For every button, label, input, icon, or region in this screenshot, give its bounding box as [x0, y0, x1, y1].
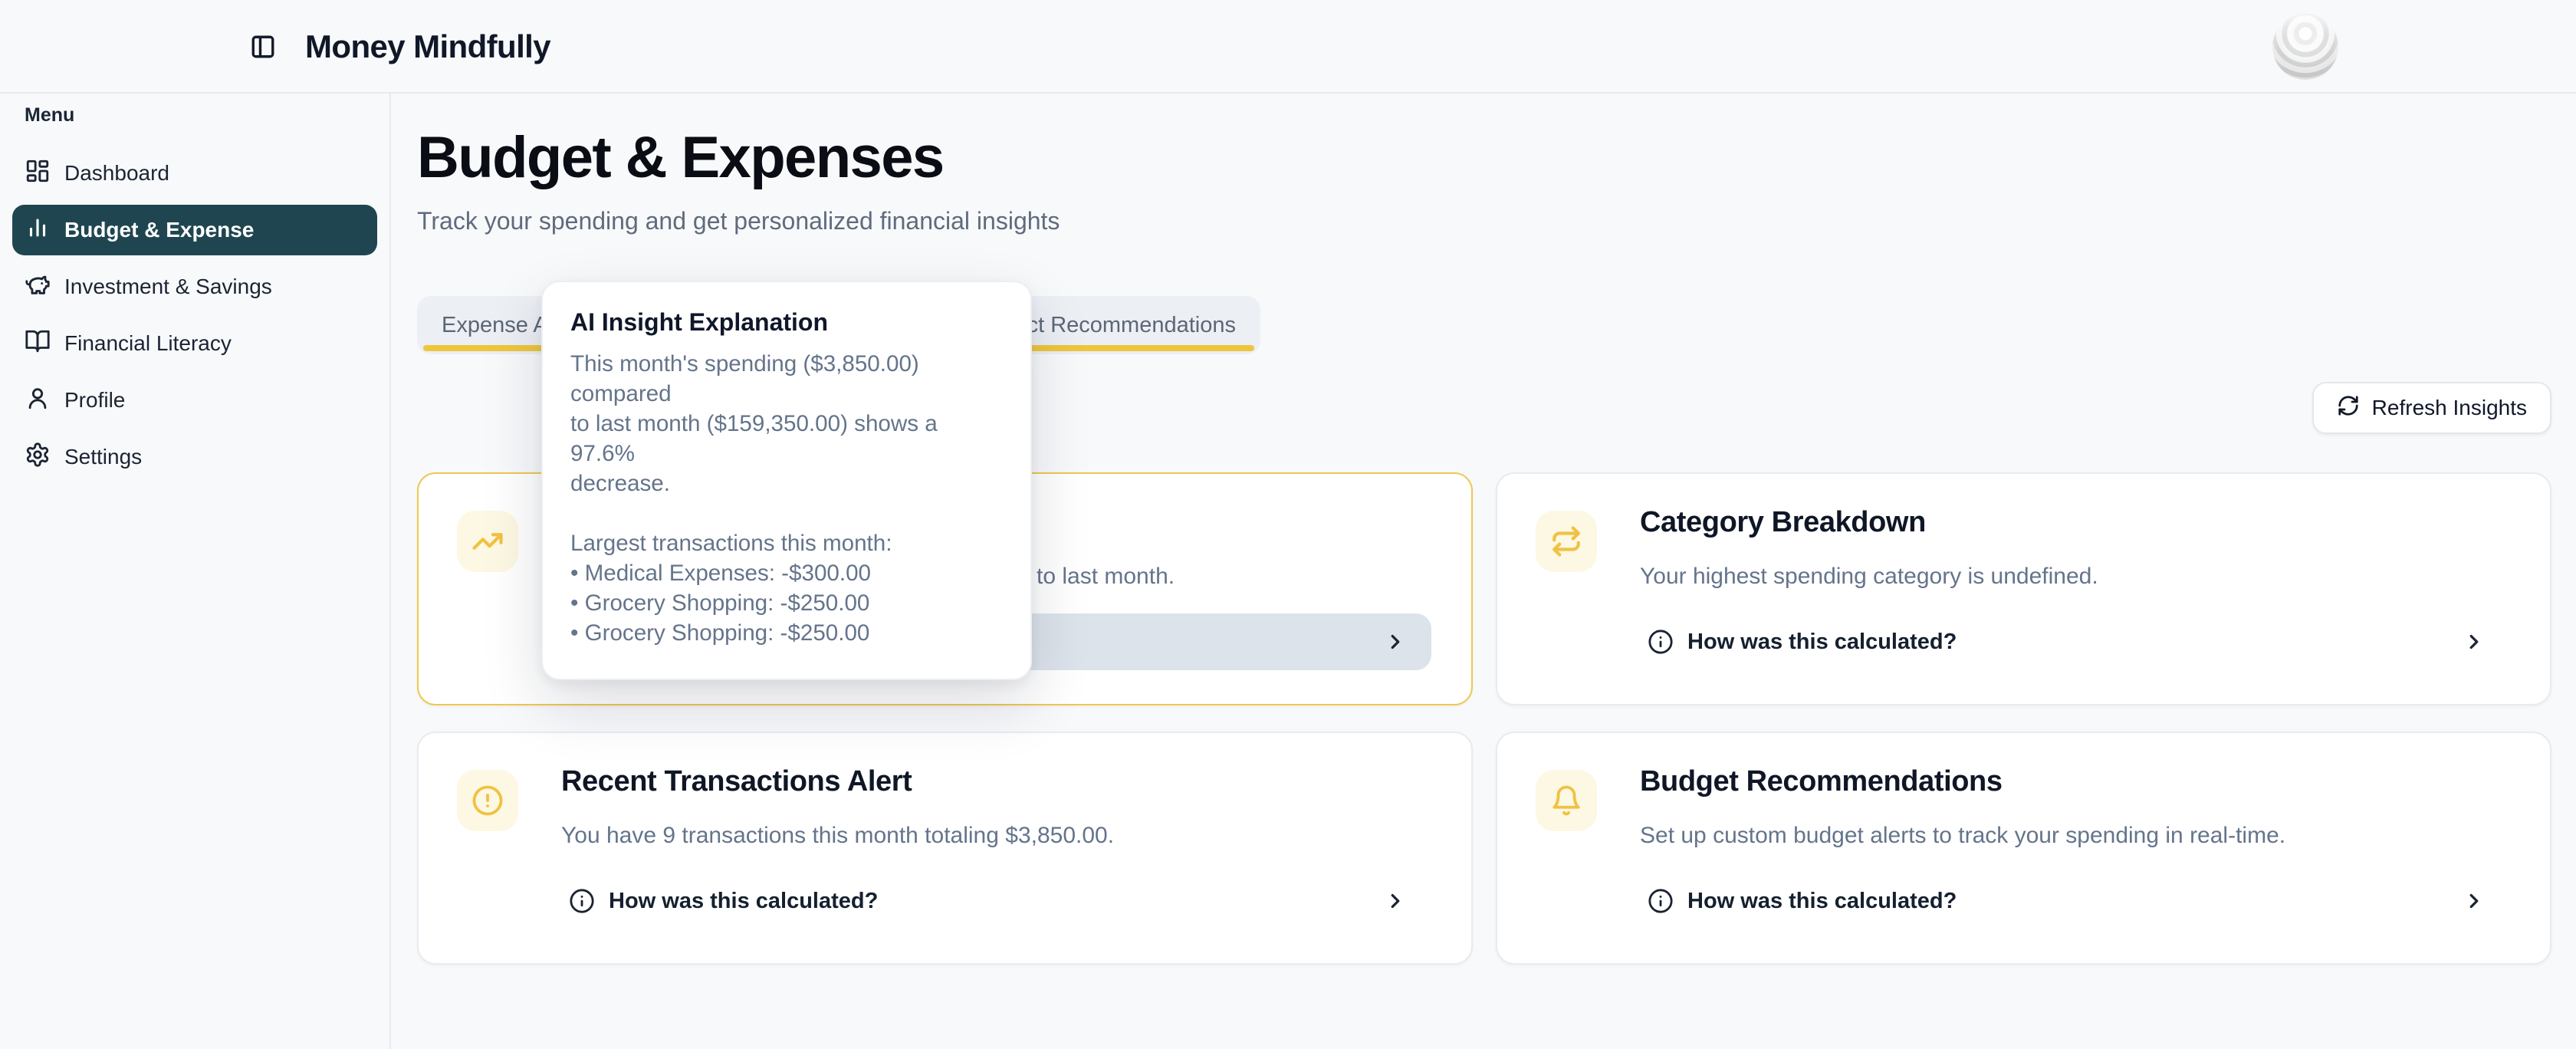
how-calculated-label: How was this calculated? [609, 889, 878, 914]
sidebar-item-dashboard[interactable]: Dashboard [12, 148, 377, 199]
card-description: You have 9 transactions this month total… [561, 820, 1428, 851]
how-calculated-button[interactable]: How was this calculated? [1622, 873, 2510, 929]
chevron-right-icon [1384, 630, 1407, 653]
app-title: Money Mindfully [305, 0, 550, 94]
piggy-bank-icon [25, 271, 51, 303]
bell-icon [1536, 770, 1597, 831]
info-icon [1648, 888, 1674, 914]
sidebar-section-label: Menu [25, 104, 389, 127]
info-icon [1648, 629, 1674, 655]
sidebar-item-label: Dashboard [64, 161, 169, 186]
sidebar-toggle-button[interactable] [250, 34, 276, 60]
ai-insight-popover: AI Insight Explanation This month's spen… [541, 281, 1032, 680]
sidebar: Menu Dashboard Budget & Expense Investme… [0, 94, 391, 1049]
category-breakdown-card: Category Breakdown Your highest spending… [1496, 472, 2551, 705]
alert-circle-icon [457, 770, 518, 831]
user-icon [25, 385, 51, 416]
repeat-icon [1536, 511, 1597, 572]
card-title: Budget Recommendations [1640, 765, 2003, 798]
chevron-right-icon [2463, 630, 2486, 653]
ai-insight-popover-title: AI Insight Explanation [570, 308, 1003, 337]
top-header: Money Mindfully [0, 0, 2576, 94]
refresh-insights-button[interactable]: Refresh Insights [2312, 382, 2551, 434]
refresh-insights-label: Refresh Insights [2372, 396, 2527, 420]
gear-icon [25, 442, 51, 473]
trending-up-icon [457, 511, 518, 572]
sidebar-item-budget-expense[interactable]: Budget & Expense [12, 205, 377, 255]
chevron-right-icon [2463, 890, 2486, 913]
how-calculated-button[interactable]: How was this calculated? [543, 873, 1431, 929]
page-title: Budget & Expenses [417, 129, 2551, 187]
sidebar-item-label: Profile [64, 388, 125, 413]
ai-insight-popover-body: This month's spending ($3,850.00) compar… [570, 349, 1003, 648]
budget-recommendations-card: Budget Recommendations Set up custom bud… [1496, 732, 2551, 965]
open-book-icon [25, 328, 51, 360]
app-window: Money Mindfully Menu Dashboard Budget & … [0, 0, 2576, 1049]
refresh-icon [2337, 394, 2360, 423]
how-calculated-button[interactable]: How was this calculated? [1622, 613, 2510, 670]
card-description: Your highest spending category is undefi… [1640, 561, 2507, 592]
card-title: Recent Transactions Alert [561, 765, 912, 798]
sidebar-item-label: Investment & Savings [64, 275, 272, 299]
sidebar-item-label: Budget & Expense [64, 218, 254, 242]
recent-transactions-alert-card: Recent Transactions Alert You have 9 tra… [417, 732, 1473, 965]
user-avatar[interactable] [2272, 14, 2338, 80]
sidebar-item-settings[interactable]: Settings [12, 432, 377, 482]
card-title: Category Breakdown [1640, 506, 1926, 539]
panel-left-icon [250, 34, 276, 60]
sidebar-item-profile[interactable]: Profile [12, 375, 377, 426]
how-calculated-label: How was this calculated? [1687, 630, 1957, 655]
info-icon [569, 888, 595, 914]
chevron-right-icon [1384, 890, 1407, 913]
sidebar-item-investment-savings[interactable]: Investment & Savings [12, 261, 377, 312]
how-calculated-label: How was this calculated? [1687, 889, 1957, 914]
dashboard-grid-icon [25, 158, 51, 189]
sidebar-item-label: Settings [64, 445, 142, 469]
sidebar-item-label: Financial Literacy [64, 331, 232, 356]
bar-chart-icon [25, 215, 51, 246]
page-subtitle: Track your spending and get personalized… [417, 209, 2551, 233]
sidebar-item-financial-literacy[interactable]: Financial Literacy [12, 318, 377, 369]
card-description: Set up custom budget alerts to track you… [1640, 820, 2507, 851]
